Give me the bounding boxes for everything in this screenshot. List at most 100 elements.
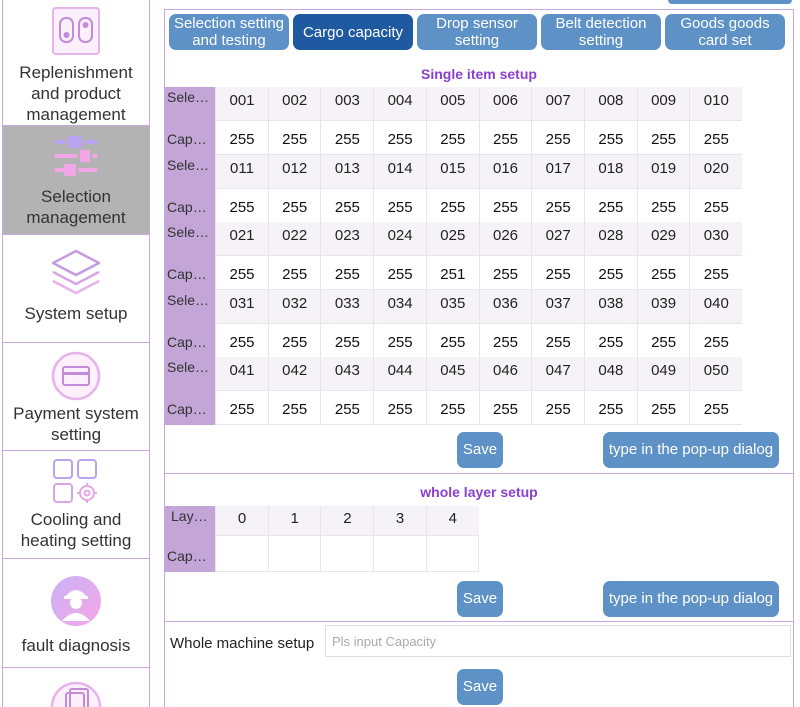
tab-label: Goods goods card set — [680, 15, 770, 49]
capacity-value-cell[interactable]: 255 — [320, 188, 374, 223]
selection-number-cell: 008 — [583, 87, 637, 121]
tab-bar: Selection setting and testing Cargo capa… — [164, 9, 794, 51]
tab-drop-sensor[interactable]: Drop sensor setting — [417, 14, 537, 50]
row-header-capacity: Capa… — [165, 391, 215, 425]
capacity-value-cell[interactable]: 255 — [531, 391, 585, 425]
layer-capacity-cell[interactable] — [267, 536, 321, 572]
capacity-value-cell[interactable]: 255 — [689, 391, 743, 425]
capacity-value-cell[interactable]: 255 — [320, 391, 374, 425]
capacity-value-cell[interactable]: 255 — [531, 188, 585, 223]
selection-number-cell: 025 — [425, 222, 479, 256]
selection-number-cell: 010 — [689, 87, 743, 121]
selection-number-cell: 015 — [425, 154, 479, 189]
layer-popup-button[interactable]: type in the pop-up dialog — [603, 581, 779, 617]
capacity-value-cell[interactable]: 255 — [478, 121, 532, 155]
capacity-value-cell[interactable]: 255 — [689, 323, 743, 358]
tab-goods-card[interactable]: Goods goods card set — [665, 14, 785, 50]
top-right-button-edge[interactable] — [668, 0, 792, 4]
capacity-value-cell[interactable]: 255 — [373, 256, 427, 290]
selection-number-cell: 047 — [531, 357, 585, 391]
capacity-value-cell[interactable]: 255 — [320, 121, 374, 155]
sidebar-item-payment[interactable]: Payment system setting — [3, 343, 149, 451]
single-popup-button[interactable]: type in the pop-up dialog — [603, 432, 779, 468]
sidebar-item-replenishment[interactable]: Replenishment and product management — [3, 0, 149, 126]
layer-capacity-cell[interactable] — [425, 536, 479, 572]
selection-number-cell: 032 — [267, 289, 321, 324]
capacity-value-cell[interactable]: 255 — [689, 188, 743, 223]
selection-number-cell: 024 — [373, 222, 427, 256]
capacity-value-cell[interactable]: 255 — [267, 121, 321, 155]
sidebar-item-fault-diagnosis[interactable]: fault diagnosis — [3, 559, 149, 668]
capacity-value-cell[interactable]: 255 — [267, 323, 321, 358]
capacity-value-cell[interactable]: 255 — [583, 323, 637, 358]
capacity-value-cell[interactable]: 255 — [425, 121, 479, 155]
sidebar-item-label: System setup — [24, 304, 128, 323]
selection-number-cell: 046 — [478, 357, 532, 391]
capacity-value-cell[interactable]: 255 — [320, 256, 374, 290]
selection-number-cell: 029 — [636, 222, 690, 256]
tab-label: Selection setting and testing — [173, 15, 285, 49]
selection-number-cell: 037 — [531, 289, 585, 324]
row-header-layer: Layer… — [165, 506, 215, 540]
capacity-value-cell[interactable]: 255 — [478, 391, 532, 425]
capacity-value-cell[interactable]: 251 — [425, 256, 479, 290]
capacity-value-cell[interactable]: 255 — [320, 323, 374, 358]
capacity-value-cell[interactable]: 255 — [689, 256, 743, 290]
whole-machine-save-button[interactable]: Save — [457, 669, 503, 705]
capacity-value-cell[interactable]: 255 — [215, 121, 268, 155]
capacity-value-cell[interactable]: 255 — [583, 121, 637, 155]
capacity-value-cell[interactable]: 255 — [215, 391, 268, 425]
capacity-value-cell[interactable]: 255 — [267, 391, 321, 425]
tab-belt-detection[interactable]: Belt detection setting — [541, 14, 661, 50]
sidebar-item-system-setup[interactable]: System setup — [3, 235, 149, 343]
capacity-value-cell[interactable]: 255 — [373, 323, 427, 358]
capacity-value-cell[interactable]: 255 — [215, 323, 268, 358]
capacity-value-cell[interactable]: 255 — [636, 391, 690, 425]
selection-number-cell: 002 — [267, 87, 321, 121]
capacity-value-cell[interactable]: 255 — [636, 256, 690, 290]
capacity-value-cell[interactable]: 255 — [478, 256, 532, 290]
capacity-value-cell[interactable]: 255 — [583, 391, 637, 425]
capacity-value-cell[interactable]: 255 — [531, 121, 585, 155]
capacity-value-cell[interactable]: 255 — [531, 323, 585, 358]
single-save-button[interactable]: Save — [457, 432, 503, 468]
capacity-value-cell[interactable]: 255 — [425, 188, 479, 223]
capacity-value-cell[interactable]: 255 — [636, 188, 690, 223]
sidebar-item-cooling-heating[interactable]: Cooling and heating setting — [3, 451, 149, 559]
capacity-value-cell[interactable]: 255 — [215, 188, 268, 223]
selection-number-cell: 031 — [215, 289, 268, 324]
capacity-value-cell[interactable]: 255 — [373, 121, 427, 155]
capacity-value-cell[interactable]: 255 — [636, 121, 690, 155]
tab-selection-setting[interactable]: Selection setting and testing — [169, 14, 289, 50]
layer-capacity-cell[interactable] — [320, 536, 374, 572]
capacity-value-cell[interactable]: 255 — [531, 256, 585, 290]
selection-number-cell: 001 — [215, 87, 268, 121]
capacity-value-cell[interactable]: 255 — [478, 323, 532, 358]
layer-save-button[interactable]: Save — [457, 581, 503, 617]
capacity-value-cell[interactable]: 255 — [373, 391, 427, 425]
sidebar-item-selection-management[interactable]: Selection management — [3, 126, 149, 235]
layer-capacity-cell[interactable] — [215, 536, 268, 572]
layer-number-cell: 1 — [267, 506, 321, 536]
tab-cargo-capacity[interactable]: Cargo capacity — [293, 14, 413, 50]
capacity-value-cell[interactable]: 255 — [425, 323, 479, 358]
tab-label: Drop sensor setting — [436, 15, 518, 49]
layer-capacity-cell[interactable] — [373, 536, 427, 572]
capacity-value-cell[interactable]: 255 — [478, 188, 532, 223]
capacity-value-cell[interactable]: 255 — [425, 391, 479, 425]
selection-number-cell: 036 — [478, 289, 532, 324]
capacity-value-cell[interactable]: 255 — [636, 323, 690, 358]
row-header-selection: Selecti… — [165, 87, 215, 121]
capacity-value-cell[interactable]: 255 — [215, 256, 268, 290]
capacity-value-cell[interactable]: 255 — [583, 256, 637, 290]
capacity-value-cell[interactable]: 255 — [689, 121, 743, 155]
capacity-value-cell[interactable]: 255 — [373, 188, 427, 223]
grid-gear-icon — [50, 451, 102, 509]
sidebar-item-label: Replenishment and product management — [19, 63, 133, 124]
documents-icon — [50, 668, 102, 707]
whole-machine-capacity-input[interactable] — [325, 625, 791, 657]
capacity-value-cell[interactable]: 255 — [267, 256, 321, 290]
sidebar-item-more[interactable] — [3, 668, 149, 707]
capacity-value-cell[interactable]: 255 — [583, 188, 637, 223]
capacity-value-cell[interactable]: 255 — [267, 188, 321, 223]
